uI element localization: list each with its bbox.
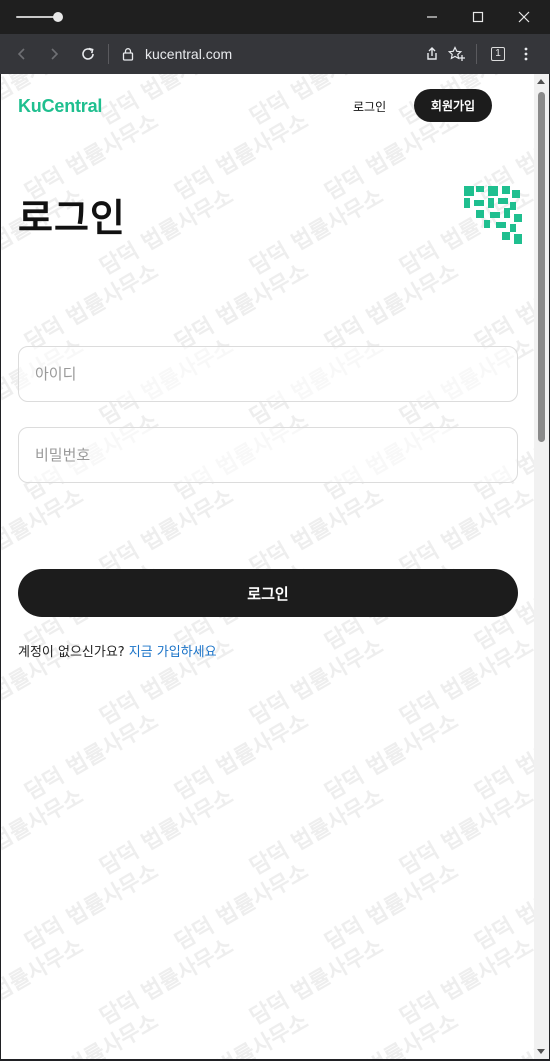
watermark-text: 담덕 법률사무소 <box>96 784 238 881</box>
watermark-text: 담덕 법률사무소 <box>246 634 388 731</box>
nav-signup-button[interactable]: 회원가입 <box>414 89 492 122</box>
reload-button[interactable] <box>76 42 100 66</box>
bookmark-button[interactable] <box>445 42 469 66</box>
watermark-text: 담덕 법률사무소 <box>471 1009 534 1059</box>
page-title: 로그인 <box>18 196 126 240</box>
site-logo[interactable]: KuCentral <box>18 96 102 117</box>
forward-button[interactable] <box>42 42 66 66</box>
arrow-right-icon <box>51 48 59 60</box>
arrow-left-icon <box>17 48 25 60</box>
nav-login-link[interactable]: 로그인 <box>353 98 386 115</box>
scroll-down-icon[interactable] <box>537 1049 545 1055</box>
watermark-text: 담덕 법률사무소 <box>246 784 388 881</box>
watermark-text: 담덕 법률사무소 <box>96 484 238 581</box>
watermark-text: 담덕 법률사무소 <box>396 934 534 1031</box>
browser-menu-button[interactable] <box>514 42 538 66</box>
minimize-button[interactable] <box>409 0 455 34</box>
watermark-text: 담덕 법률사무소 <box>321 709 463 806</box>
watermark-text: 담덕 법률사무소 <box>21 259 163 356</box>
signup-link[interactable]: 지금 가입하세요 <box>129 645 217 660</box>
star-plus-icon <box>448 46 465 61</box>
maximize-icon <box>472 11 484 23</box>
back-button[interactable] <box>10 42 34 66</box>
toolbar-separator <box>476 44 477 64</box>
watermark-text: 담덕 법률사무소 <box>321 859 463 956</box>
more-vertical-icon <box>524 47 528 61</box>
watermark-text: 담덕 법률사무소 <box>246 934 388 1031</box>
watermark-text: 담덕 법률사무소 <box>171 259 313 356</box>
watermark-text: 담덕 법률사무소 <box>96 934 238 1031</box>
watermark-text: 담덕 법률사무소 <box>471 709 534 806</box>
watermark-text: 담덕 법률사무소 <box>1 934 88 1030</box>
page-viewport: 담덕 법률사무소 담덕 법률사무소 담덕 법률사무소 담덕 법률사무소 담덕 법률사무소… <box>1 74 534 1059</box>
watermark-text: 담덕 법률사무소 <box>471 859 534 956</box>
signup-prompt: 계정이 없으신가요? 지금 가입하세요 <box>18 641 217 660</box>
share-button[interactable] <box>420 42 444 66</box>
watermark-text: 담덕 법률사무소 <box>171 1009 313 1059</box>
qr-code-icon <box>464 186 522 244</box>
page-scrollbar[interactable] <box>534 74 549 1059</box>
id-field[interactable] <box>18 346 518 402</box>
maximize-button[interactable] <box>455 0 501 34</box>
id-input[interactable] <box>19 347 517 401</box>
address-bar[interactable]: kucentral.com <box>145 44 232 64</box>
tab-switcher-button[interactable]: 1 <box>486 42 510 66</box>
watermark-text: 담덕 법률사무소 <box>396 634 534 731</box>
window-titlebar <box>0 0 550 34</box>
site-info-button[interactable] <box>116 42 140 66</box>
watermark-text: 담덕 법률사무소 <box>21 1009 163 1059</box>
watermark-text: 담덕 법률사무소 <box>1 484 88 580</box>
watermark-text: 담덕 법률사무소 <box>246 184 388 281</box>
watermark-text: 담덕 법률사무소 <box>21 859 163 956</box>
watermark-text: 담덕 법률사무소 <box>321 1009 463 1059</box>
watermark-text: 담덕 법률사무소 <box>171 859 313 956</box>
watermark-text: 담덕 법률사무소 <box>171 709 313 806</box>
scroll-thumb[interactable] <box>538 92 545 442</box>
watermark-text: 담덕 법률사무소 <box>471 259 534 356</box>
password-field[interactable] <box>18 427 518 483</box>
watermark-text: 담덕 법률사무소 <box>246 484 388 581</box>
reload-icon <box>82 47 94 60</box>
watermark-text: 담덕 법률사무소 <box>321 259 463 356</box>
watermark-text: 담덕 법률사무소 <box>396 784 534 881</box>
watermark-text: 담덕 법률사무소 <box>171 109 313 206</box>
zoom-slider-knob[interactable] <box>53 12 63 22</box>
browser-toolbar: kucentral.com 1 <box>0 34 550 74</box>
login-button[interactable]: 로그인 <box>18 569 518 617</box>
watermark-text: 담덕 법률사무소 <box>96 74 238 131</box>
no-account-text: 계정이 없으신가요? <box>18 645 125 660</box>
close-button[interactable] <box>501 0 547 34</box>
minimize-icon <box>427 16 437 18</box>
password-input[interactable] <box>19 428 517 482</box>
toolbar-separator <box>108 44 109 64</box>
watermark-text: 담덕 법률사무소 <box>21 709 163 806</box>
lock-icon <box>122 48 134 61</box>
tab-count: 1 <box>491 47 505 61</box>
scroll-up-icon[interactable] <box>537 78 545 84</box>
watermark-text: 담덕 법률사무소 <box>396 484 534 581</box>
watermark-text: 담덕 법률사무소 <box>1 784 88 880</box>
close-icon <box>518 11 530 23</box>
share-icon <box>427 47 437 60</box>
